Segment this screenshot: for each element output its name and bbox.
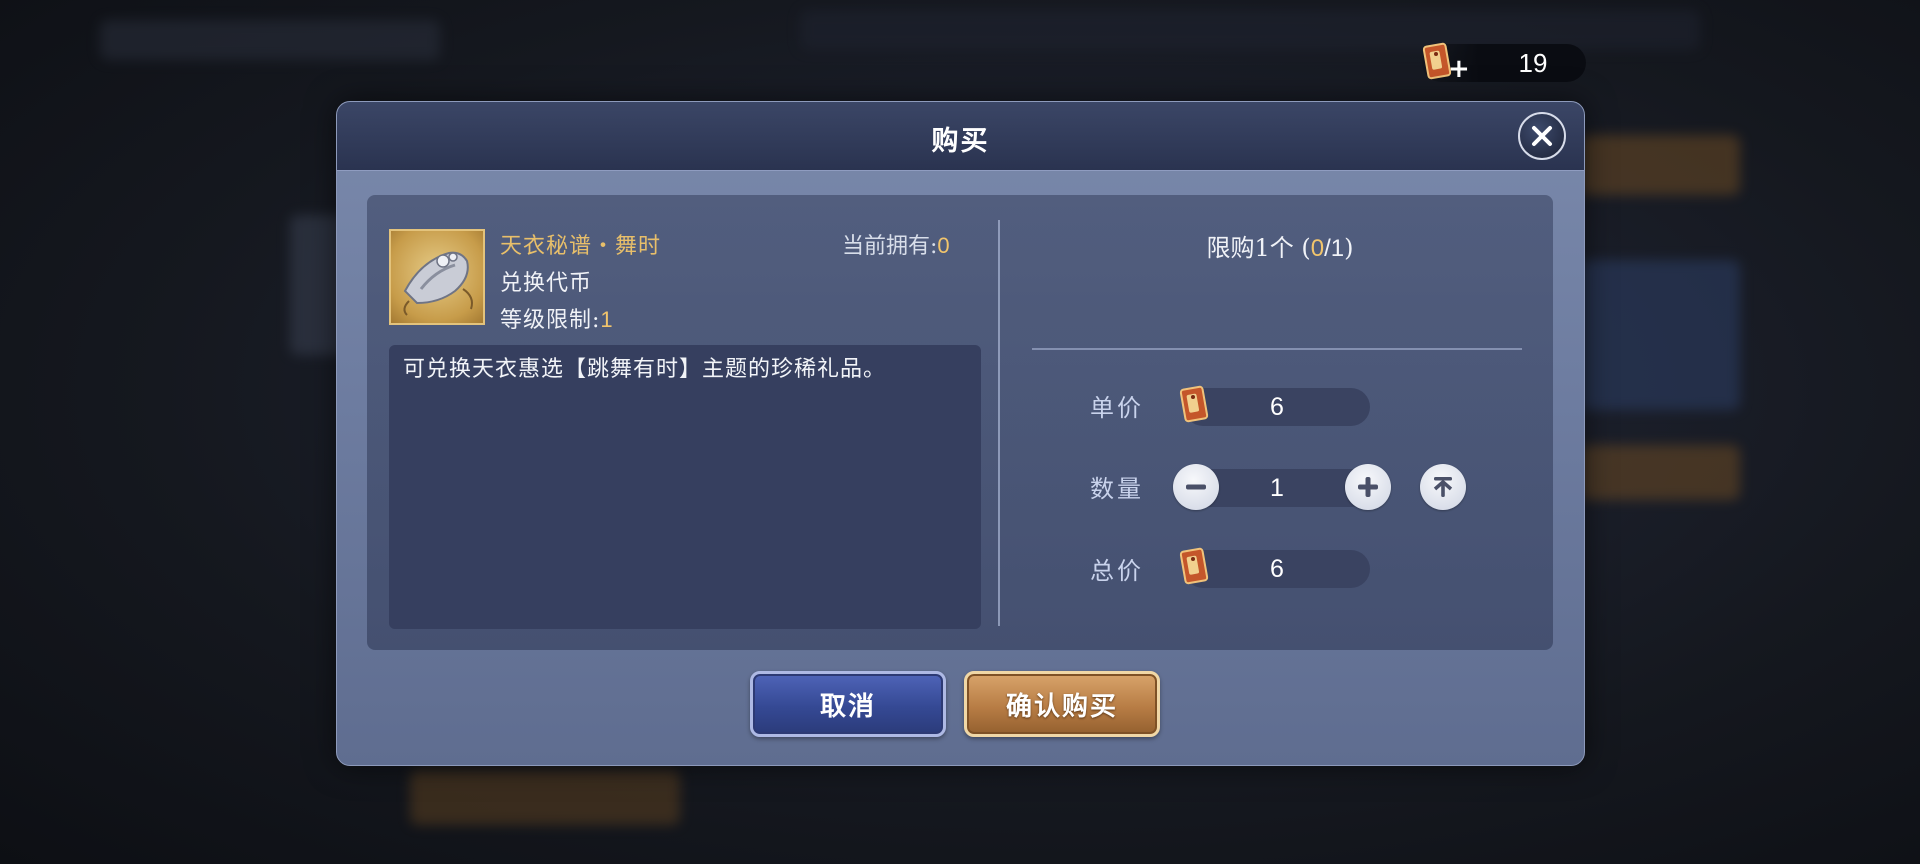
purchase-panel: 天衣秘谱・舞时 当前拥有:0 兑换代币 等级限制:1 可兑换天衣惠选【跳舞有时】… <box>367 195 1553 650</box>
background-card <box>1580 135 1740 195</box>
close-icon <box>1532 126 1552 146</box>
item-description: 可兑换天衣惠选【跳舞有时】主题的珍稀礼品。 <box>403 357 887 382</box>
minus-icon <box>1186 484 1206 490</box>
total-price-label: 总价 <box>1090 557 1144 585</box>
purchase-limit: 限购1个 (0/1) <box>1007 228 1553 263</box>
divider <box>998 220 1000 626</box>
dialog-header: 购买 <box>337 102 1584 171</box>
description-box: 可兑换天衣惠选【跳舞有时】主题的珍稀礼品。 <box>389 345 981 629</box>
purchase-dialog: 购买 天衣秘谱・舞时 当前拥有:0 兑换代币 等级限制:1 可兑换天衣惠选【跳舞… <box>336 101 1585 766</box>
owned-count: 当前拥有:0 <box>842 228 950 260</box>
currency-amount: 19 <box>1518 48 1548 78</box>
unit-price-label: 单价 <box>1090 394 1144 422</box>
confirm-purchase-button[interactable]: 确认购买 <box>964 671 1160 737</box>
item-name: 天衣秘谱・舞时 <box>500 234 662 259</box>
purchase-limit-max: /1 <box>1324 235 1345 262</box>
increase-quantity-button[interactable] <box>1345 464 1391 510</box>
plus-icon <box>1358 477 1378 497</box>
owned-value: 0 <box>937 233 950 258</box>
background-card <box>1580 445 1740 500</box>
purchase-limit-suffix: ) <box>1344 234 1354 262</box>
decrease-quantity-button[interactable] <box>1173 464 1219 510</box>
currency-coin-icon <box>1179 385 1211 425</box>
add-currency-icon[interactable]: + <box>1448 56 1470 82</box>
background-card <box>1580 260 1740 410</box>
item-icon <box>389 229 485 325</box>
max-icon <box>1433 477 1453 497</box>
cancel-button[interactable]: 取消 <box>750 671 946 737</box>
background-card <box>410 770 680 825</box>
purchase-limit-current: 0 <box>1310 235 1325 262</box>
level-limit-label: 等级限制: <box>500 308 601 333</box>
divider <box>1032 348 1522 350</box>
level-limit-value: 1 <box>600 307 614 332</box>
total-price-value: 6 <box>1184 550 1370 588</box>
quantity-label: 数量 <box>1090 475 1144 503</box>
currency-coin-icon <box>1179 547 1211 587</box>
item-type: 兑换代币 <box>500 271 593 296</box>
background-header <box>100 20 440 60</box>
dialog-title: 购买 <box>931 126 990 157</box>
unit-price-value: 6 <box>1184 388 1370 426</box>
currency-balance[interactable]: + 19 <box>1422 42 1586 82</box>
purchase-limit-prefix: 限购1个 ( <box>1206 234 1311 262</box>
owned-label: 当前拥有: <box>842 234 938 259</box>
max-quantity-button[interactable] <box>1420 464 1466 510</box>
level-limit: 等级限制:1 <box>500 302 614 334</box>
close-button[interactable] <box>1518 112 1566 160</box>
